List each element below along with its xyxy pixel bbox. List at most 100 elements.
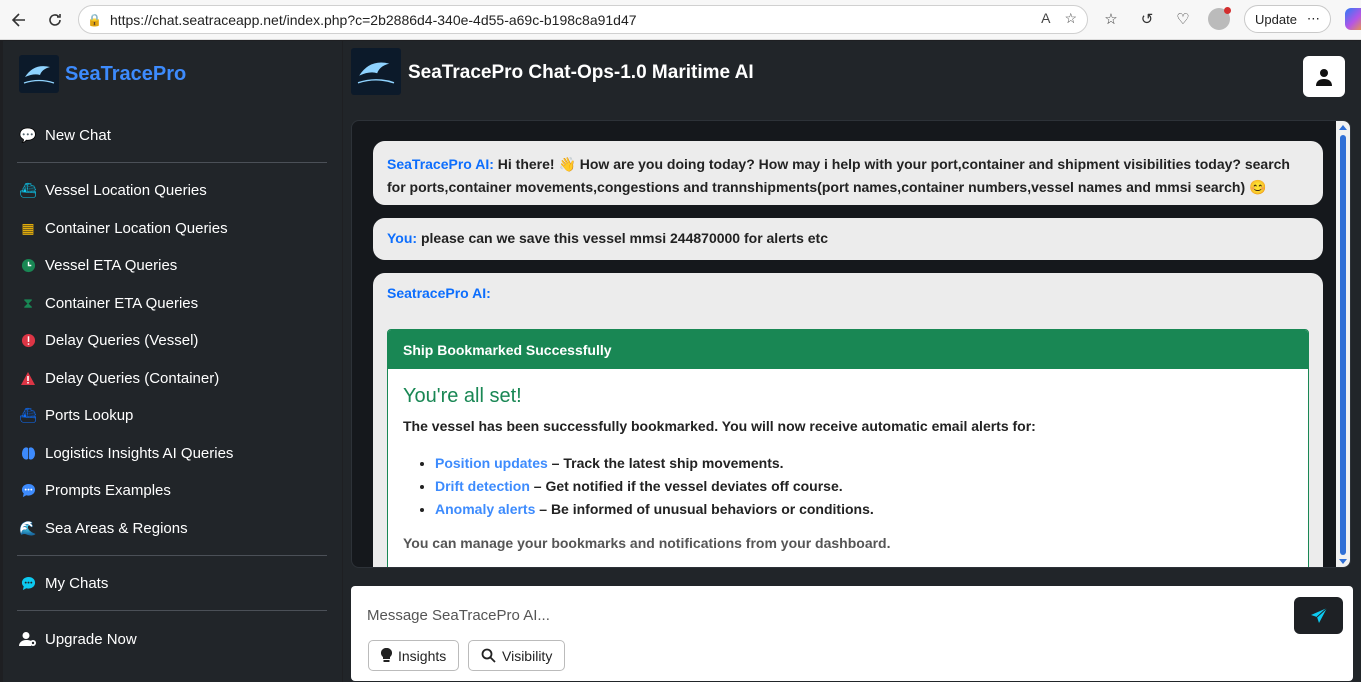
brand[interactable]: SeaTracePro: [19, 55, 186, 93]
sidebar-item-label: Prompts Examples: [45, 481, 171, 499]
brand-name: SeaTracePro: [65, 62, 187, 85]
back-icon[interactable]: [4, 5, 34, 35]
send-icon: [1310, 607, 1327, 623]
visibility-label: Visibility: [502, 647, 553, 664]
bullet-text: – Track the latest ship movements.: [547, 455, 784, 471]
card-footer: You can manage your bookmarks and notifi…: [403, 535, 891, 551]
hourglass-icon: ⧗: [23, 294, 33, 311]
card-body: You're all set! The vessel has been succ…: [388, 369, 1308, 567]
user-menu-button[interactable]: [1303, 56, 1345, 97]
page-title: SeaTracePro Chat-Ops-1.0 Maritime AI: [408, 62, 754, 83]
sidebar-item-label: Container ETA Queries: [45, 294, 199, 312]
insights-button[interactable]: Insights: [368, 640, 460, 671]
insights-label: Insights: [398, 647, 447, 664]
header-logo: [351, 48, 401, 95]
sidebar-item-label: Container Location Queries: [45, 219, 228, 237]
scroll-up-icon[interactable]: [1339, 125, 1347, 130]
boxes-icon: ▦: [21, 219, 35, 236]
brain-icon: [19, 444, 37, 462]
ai-message: SeatracePro AI: Ship Bookmarked Successf…: [373, 273, 1323, 567]
new-chat-label: New Chat: [45, 126, 111, 144]
chat-dots-icon: [19, 481, 37, 499]
sidebar-item-vessel-location[interactable]: ⛴ Vessel Location Queries: [19, 181, 207, 199]
divider: [17, 555, 327, 556]
chat-scrollbar[interactable]: [1336, 121, 1350, 567]
bullet-text: – Be informed of unusual behaviors or co…: [535, 501, 874, 517]
sidebar-item-sea-areas[interactable]: 🌊 Sea Areas & Regions: [19, 519, 188, 537]
message-sender: You:: [387, 230, 418, 246]
wave-icon: 🌊: [19, 519, 37, 536]
alert-list: Position updates – Track the latest ship…: [435, 452, 1293, 521]
main-area: SeaTracePro Chat-Ops-1.0 Maritime AI Sea…: [343, 41, 1361, 682]
message-sender: SeatracePro AI:: [387, 285, 491, 301]
health-icon[interactable]: ♡: [1172, 8, 1194, 30]
scroll-down-icon[interactable]: [1339, 559, 1347, 564]
divider: [17, 610, 327, 611]
visibility-button[interactable]: Visibility: [468, 640, 566, 671]
user-icon: [1316, 68, 1332, 86]
new-chat-button[interactable]: 💬 New Chat: [19, 126, 111, 144]
scroll-thumb[interactable]: [1340, 135, 1346, 555]
upgrade-label: Upgrade Now: [45, 630, 137, 648]
sidebar-item-delay-container[interactable]: Delay Queries (Container): [19, 369, 219, 387]
sidebar-item-delay-vessel[interactable]: Delay Queries (Vessel): [19, 331, 198, 349]
bookmark-success-card: Ship Bookmarked Successfully You're all …: [387, 329, 1309, 567]
card-title: You're all set!: [403, 385, 522, 407]
copilot-icon[interactable]: [1344, 8, 1361, 30]
chat-dots-icon: [19, 574, 37, 592]
message-text: please can we save this vessel mmsi 2448…: [420, 230, 829, 246]
favorite-star-icon[interactable]: ☆: [1064, 10, 1077, 27]
lightbulb-icon: [381, 648, 392, 662]
ai-message: SeaTracePro AI: Hi there! 👋 How are you …: [373, 141, 1323, 205]
refresh-icon[interactable]: [40, 5, 70, 35]
sidebar-item-container-location[interactable]: ▦ Container Location Queries: [19, 219, 228, 237]
alert-circle-icon: [19, 331, 37, 349]
sidebar-item-logistics-insights[interactable]: Logistics Insights AI Queries: [19, 444, 233, 462]
user-message: You: please can we save this vessel mmsi…: [373, 218, 1323, 260]
address-bar[interactable]: 🔒 https://chat.seatraceapp.net/index.php…: [78, 5, 1088, 34]
sidebar: SeaTracePro 💬 New Chat ⛴ Vessel Location…: [3, 41, 342, 682]
update-button[interactable]: Update ⋯: [1244, 5, 1331, 33]
bullet-text: – Get notified if the vessel deviates of…: [529, 478, 843, 494]
sidebar-item-label: Vessel ETA Queries: [45, 256, 178, 274]
update-label: Update: [1255, 11, 1297, 27]
warning-icon: [19, 369, 37, 387]
history-icon[interactable]: ↺: [1136, 8, 1158, 30]
sidebar-item-label: Vessel Location Queries: [45, 181, 207, 199]
profile-avatar[interactable]: [1208, 7, 1231, 30]
message-text: Hi there! 👋 How are you doing today? How…: [387, 156, 1290, 195]
send-button[interactable]: [1294, 597, 1343, 634]
card-header: Ship Bookmarked Successfully: [388, 330, 1308, 369]
lock-icon: 🔒: [87, 12, 102, 27]
ship-icon: ⛴: [19, 406, 37, 423]
sidebar-item-my-chats[interactable]: My Chats: [19, 574, 108, 592]
message-input[interactable]: [367, 602, 1267, 628]
sidebar-item-label: My Chats: [45, 574, 109, 592]
sidebar-item-vessel-eta[interactable]: Vessel ETA Queries: [19, 256, 177, 274]
sidebar-item-container-eta[interactable]: ⧗ Container ETA Queries: [19, 294, 198, 312]
list-item: Anomaly alerts – Be informed of unusual …: [435, 498, 1293, 521]
more-icon: ⋯: [1306, 11, 1320, 26]
sidebar-item-label: Delay Queries (Vessel): [45, 331, 199, 349]
sidebar-item-ports-lookup[interactable]: ⛴ Ports Lookup: [19, 406, 133, 424]
read-aloud-icon[interactable]: A: [1041, 10, 1050, 27]
bullet-label: Drift detection: [435, 478, 530, 494]
ship-icon: ⛴: [19, 181, 37, 198]
sidebar-item-label: Logistics Insights AI Queries: [45, 444, 234, 462]
message-composer: Insights Visibility: [351, 586, 1353, 681]
message-sender: SeaTracePro AI:: [387, 156, 494, 172]
bullet-label: Position updates: [435, 455, 548, 471]
chat-panel[interactable]: SeaTracePro AI: Hi there! 👋 How are you …: [351, 120, 1351, 568]
search-icon: [481, 648, 496, 663]
list-item: Drift detection – Get notified if the ve…: [435, 475, 1293, 498]
sidebar-item-label: Sea Areas & Regions: [45, 519, 188, 537]
user-gear-icon: [19, 630, 37, 648]
upgrade-button[interactable]: Upgrade Now: [19, 630, 137, 648]
sidebar-item-prompts-examples[interactable]: Prompts Examples: [19, 481, 171, 499]
list-item: Position updates – Track the latest ship…: [435, 452, 1293, 475]
bullet-label: Anomaly alerts: [435, 501, 536, 517]
favorites-icon[interactable]: ☆: [1100, 8, 1122, 30]
chat-bubbles-icon: 💬: [19, 126, 37, 143]
brand-logo: [19, 55, 59, 93]
clock-icon: [19, 256, 37, 274]
